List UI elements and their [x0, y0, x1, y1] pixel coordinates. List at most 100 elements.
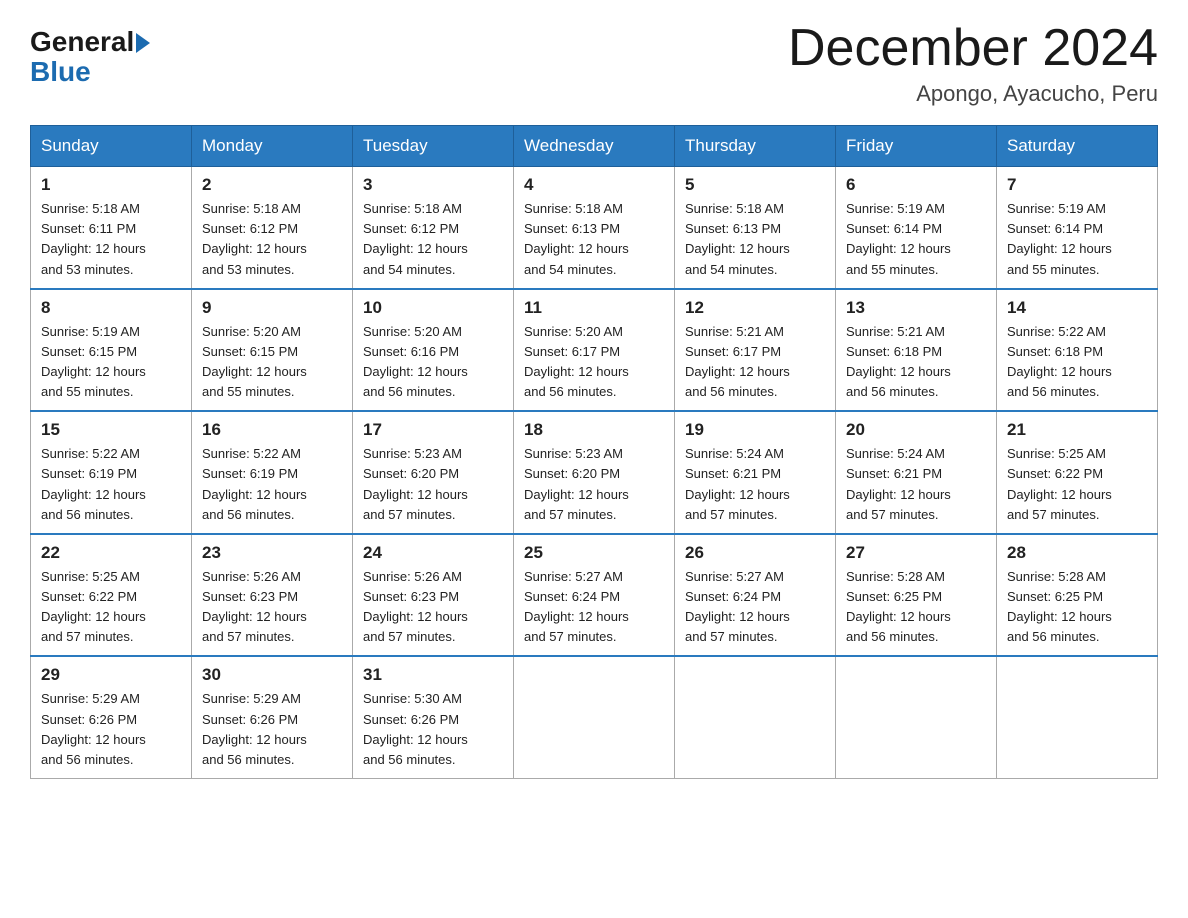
calendar-cell: 30 Sunrise: 5:29 AMSunset: 6:26 PMDayligh… [192, 656, 353, 778]
day-number: 22 [41, 543, 181, 563]
calendar-cell: 2 Sunrise: 5:18 AMSunset: 6:12 PMDaylight… [192, 167, 353, 289]
day-number: 1 [41, 175, 181, 195]
day-number: 29 [41, 665, 181, 685]
logo: General Blue [30, 28, 150, 88]
day-header-friday: Friday [836, 126, 997, 167]
calendar-cell [836, 656, 997, 778]
day-number: 26 [685, 543, 825, 563]
calendar-cell: 29 Sunrise: 5:29 AMSunset: 6:26 PMDayligh… [31, 656, 192, 778]
day-info: Sunrise: 5:19 AMSunset: 6:14 PMDaylight:… [1007, 199, 1147, 280]
day-info: Sunrise: 5:21 AMSunset: 6:17 PMDaylight:… [685, 322, 825, 403]
calendar-cell: 8 Sunrise: 5:19 AMSunset: 6:15 PMDaylight… [31, 289, 192, 412]
day-info: Sunrise: 5:28 AMSunset: 6:25 PMDaylight:… [1007, 567, 1147, 648]
calendar-cell: 25 Sunrise: 5:27 AMSunset: 6:24 PMDayligh… [514, 534, 675, 657]
calendar-cell: 24 Sunrise: 5:26 AMSunset: 6:23 PMDayligh… [353, 534, 514, 657]
day-info: Sunrise: 5:27 AMSunset: 6:24 PMDaylight:… [524, 567, 664, 648]
calendar-cell: 5 Sunrise: 5:18 AMSunset: 6:13 PMDaylight… [675, 167, 836, 289]
calendar-cell [997, 656, 1158, 778]
day-number: 13 [846, 298, 986, 318]
day-info: Sunrise: 5:28 AMSunset: 6:25 PMDaylight:… [846, 567, 986, 648]
day-number: 5 [685, 175, 825, 195]
day-info: Sunrise: 5:19 AMSunset: 6:14 PMDaylight:… [846, 199, 986, 280]
calendar-cell: 10Sunrise: 5:20 AMSunset: 6:16 PMDayligh… [353, 289, 514, 412]
day-number: 11 [524, 298, 664, 318]
calendar-cell: 28Sunrise: 5:28 AMSunset: 6:25 PMDayligh… [997, 534, 1158, 657]
calendar-cell: 23Sunrise: 5:26 AMSunset: 6:23 PMDayligh… [192, 534, 353, 657]
month-title: December 2024 [788, 20, 1158, 77]
day-info: Sunrise: 5:29 AMSunset: 6:26 PMDaylight:… [41, 689, 181, 770]
day-info: Sunrise: 5:18 AMSunset: 6:11 PMDaylight:… [41, 199, 181, 280]
title-section: December 2024 Apongo, Ayacucho, Peru [788, 20, 1158, 107]
day-number: 25 [524, 543, 664, 563]
calendar-cell: 16Sunrise: 5:22 AMSunset: 6:19 PMDayligh… [192, 411, 353, 534]
day-info: Sunrise: 5:18 AMSunset: 6:12 PMDaylight:… [202, 199, 342, 280]
day-header-wednesday: Wednesday [514, 126, 675, 167]
calendar-cell: 20Sunrise: 5:24 AMSunset: 6:21 PMDayligh… [836, 411, 997, 534]
day-number: 31 [363, 665, 503, 685]
day-info: Sunrise: 5:23 AMSunset: 6:20 PMDaylight:… [524, 444, 664, 525]
calendar-cell: 22 Sunrise: 5:25 AMSunset: 6:22 PMDayligh… [31, 534, 192, 657]
logo-blue: Blue [30, 56, 91, 88]
day-info: Sunrise: 5:23 AMSunset: 6:20 PMDaylight:… [363, 444, 503, 525]
day-number: 14 [1007, 298, 1147, 318]
day-number: 7 [1007, 175, 1147, 195]
day-info: Sunrise: 5:18 AMSunset: 6:13 PMDaylight:… [685, 199, 825, 280]
day-number: 24 [363, 543, 503, 563]
day-number: 21 [1007, 420, 1147, 440]
calendar-cell: 31Sunrise: 5:30 AMSunset: 6:26 PMDayligh… [353, 656, 514, 778]
day-info: Sunrise: 5:22 AMSunset: 6:19 PMDaylight:… [41, 444, 181, 525]
day-header-monday: Monday [192, 126, 353, 167]
location: Apongo, Ayacucho, Peru [788, 81, 1158, 107]
day-number: 6 [846, 175, 986, 195]
day-info: Sunrise: 5:22 AMSunset: 6:18 PMDaylight:… [1007, 322, 1147, 403]
calendar-cell: 18 Sunrise: 5:23 AMSunset: 6:20 PMDayligh… [514, 411, 675, 534]
day-info: Sunrise: 5:29 AMSunset: 6:26 PMDaylight:… [202, 689, 342, 770]
day-number: 15 [41, 420, 181, 440]
day-info: Sunrise: 5:26 AMSunset: 6:23 PMDaylight:… [363, 567, 503, 648]
day-number: 27 [846, 543, 986, 563]
day-number: 16 [202, 420, 342, 440]
calendar-cell: 7 Sunrise: 5:19 AMSunset: 6:14 PMDaylight… [997, 167, 1158, 289]
day-header-saturday: Saturday [997, 126, 1158, 167]
day-number: 12 [685, 298, 825, 318]
calendar-cell: 11 Sunrise: 5:20 AMSunset: 6:17 PMDayligh… [514, 289, 675, 412]
day-number: 9 [202, 298, 342, 318]
calendar-cell: 15 Sunrise: 5:22 AMSunset: 6:19 PMDayligh… [31, 411, 192, 534]
calendar-cell: 9 Sunrise: 5:20 AMSunset: 6:15 PMDaylight… [192, 289, 353, 412]
day-header-tuesday: Tuesday [353, 126, 514, 167]
day-number: 3 [363, 175, 503, 195]
day-info: Sunrise: 5:25 AMSunset: 6:22 PMDaylight:… [1007, 444, 1147, 525]
logo-text: General [30, 28, 150, 56]
calendar-cell: 21 Sunrise: 5:25 AMSunset: 6:22 PMDayligh… [997, 411, 1158, 534]
calendar-cell: 27 Sunrise: 5:28 AMSunset: 6:25 PMDayligh… [836, 534, 997, 657]
calendar-cell: 4Sunrise: 5:18 AMSunset: 6:13 PMDaylight… [514, 167, 675, 289]
calendar-cell: 6 Sunrise: 5:19 AMSunset: 6:14 PMDaylight… [836, 167, 997, 289]
calendar-cell: 3 Sunrise: 5:18 AMSunset: 6:12 PMDaylight… [353, 167, 514, 289]
calendar-cell: 13Sunrise: 5:21 AMSunset: 6:18 PMDayligh… [836, 289, 997, 412]
calendar-cell: 1 Sunrise: 5:18 AMSunset: 6:11 PMDaylight… [31, 167, 192, 289]
day-number: 23 [202, 543, 342, 563]
day-number: 19 [685, 420, 825, 440]
day-info: Sunrise: 5:24 AMSunset: 6:21 PMDaylight:… [685, 444, 825, 525]
calendar-cell: 14 Sunrise: 5:22 AMSunset: 6:18 PMDayligh… [997, 289, 1158, 412]
day-info: Sunrise: 5:19 AMSunset: 6:15 PMDaylight:… [41, 322, 181, 403]
day-info: Sunrise: 5:24 AMSunset: 6:21 PMDaylight:… [846, 444, 986, 525]
calendar-cell: 12 Sunrise: 5:21 AMSunset: 6:17 PMDayligh… [675, 289, 836, 412]
day-info: Sunrise: 5:25 AMSunset: 6:22 PMDaylight:… [41, 567, 181, 648]
day-info: Sunrise: 5:27 AMSunset: 6:24 PMDaylight:… [685, 567, 825, 648]
day-info: Sunrise: 5:20 AMSunset: 6:16 PMDaylight:… [363, 322, 503, 403]
calendar-cell [675, 656, 836, 778]
calendar-table: SundayMondayTuesdayWednesdayThursdayFrid… [30, 125, 1158, 779]
page-header: General Blue December 2024 Apongo, Ayacu… [30, 20, 1158, 107]
day-info: Sunrise: 5:18 AMSunset: 6:12 PMDaylight:… [363, 199, 503, 280]
day-info: Sunrise: 5:20 AMSunset: 6:17 PMDaylight:… [524, 322, 664, 403]
day-header-thursday: Thursday [675, 126, 836, 167]
day-number: 8 [41, 298, 181, 318]
day-info: Sunrise: 5:18 AMSunset: 6:13 PMDaylight:… [524, 199, 664, 280]
day-number: 2 [202, 175, 342, 195]
logo-general: General [30, 28, 134, 56]
day-info: Sunrise: 5:20 AMSunset: 6:15 PMDaylight:… [202, 322, 342, 403]
day-number: 18 [524, 420, 664, 440]
day-number: 30 [202, 665, 342, 685]
day-header-sunday: Sunday [31, 126, 192, 167]
